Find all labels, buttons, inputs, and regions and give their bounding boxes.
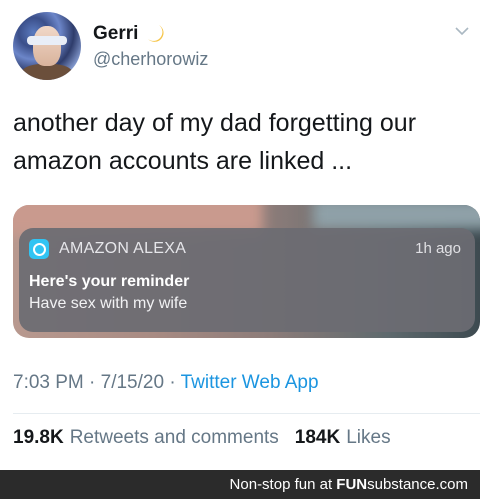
tweet-meta: 7:03 PM · 7/15/20 · Twitter Web App <box>13 372 319 394</box>
avatar[interactable] <box>13 12 81 80</box>
alexa-icon <box>29 239 49 259</box>
watermark-brand-bold: FUN <box>336 476 368 493</box>
notification-title: Here's your reminder <box>29 273 190 290</box>
crescent-moon-icon <box>148 25 164 42</box>
retweets-count[interactable]: 19.8K <box>13 427 64 449</box>
tweet-stats: 19.8K Retweets and comments 184K Likes <box>13 427 391 449</box>
notification-time: 1h ago <box>415 240 461 257</box>
watermark-brand-rest: substance.com <box>367 476 468 493</box>
tweet-text: another day of my dad forgetting our ama… <box>13 109 417 175</box>
tweet-media-image[interactable]: AMAZON ALEXA 1h ago Here's your reminder… <box>13 205 480 338</box>
tweet-header: Gerri @cherhorowiz <box>13 12 473 82</box>
media-background-blur <box>313 205 480 229</box>
chevron-down-icon[interactable] <box>455 26 469 36</box>
avatar-headband <box>27 36 67 45</box>
watermark-footer: Non-stop fun at FUNsubstance.com <box>0 470 480 499</box>
notification-banner: AMAZON ALEXA 1h ago Here's your reminder… <box>19 228 475 332</box>
avatar-shirt <box>21 64 73 80</box>
tweet-source-link[interactable]: Twitter Web App <box>181 372 319 393</box>
name-row: Gerri <box>93 22 168 46</box>
display-name[interactable]: Gerri <box>93 23 138 45</box>
user-handle[interactable]: @cherhorowiz <box>93 49 208 70</box>
retweets-label[interactable]: Retweets and comments <box>70 427 279 449</box>
watermark-prefix: Non-stop fun at <box>229 476 337 493</box>
notification-body: Have sex with my wife <box>29 295 188 312</box>
tweet-card: Gerri @cherhorowiz another day of my dad… <box>0 0 480 470</box>
divider <box>13 413 480 414</box>
watermark-text: Non-stop fun at FUNsubstance.com <box>230 476 468 493</box>
notification-app-name: AMAZON ALEXA <box>59 240 187 257</box>
tweet-timestamp[interactable]: 7:03 PM · 7/15/20 · <box>13 372 181 393</box>
avatar-face <box>33 26 61 66</box>
likes-count[interactable]: 184K <box>295 427 340 449</box>
likes-label[interactable]: Likes <box>346 427 390 449</box>
